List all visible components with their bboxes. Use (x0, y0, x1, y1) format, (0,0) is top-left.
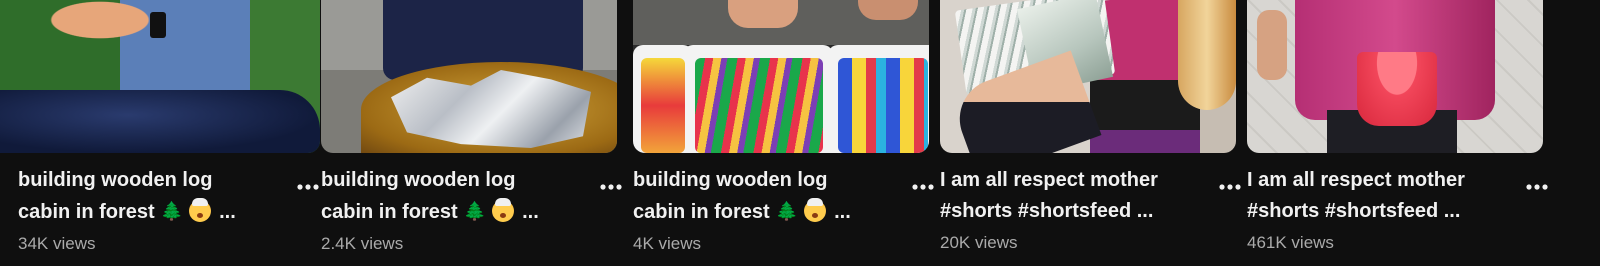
short-title-line1: building wooden log (633, 169, 828, 191)
short-meta: I am all respect mother #shorts #shortsf… (1247, 165, 1548, 255)
short-meta: building wooden log cabin in forest 🌲... … (18, 165, 319, 256)
thumbnail-detail (838, 58, 928, 153)
short-thumbnail[interactable] (321, 0, 617, 153)
short-title-line2: cabin in forest (633, 201, 770, 223)
exploding-head-icon (492, 198, 515, 222)
short-title-line1: I am all respect mother (1247, 169, 1465, 191)
view-count: 34K views (18, 234, 96, 253)
short-thumbnail[interactable] (1247, 0, 1543, 153)
tree-icon: 🌲 (463, 201, 487, 221)
more-actions-button[interactable] (595, 171, 627, 203)
short-card[interactable]: building wooden log cabin in forest 🌲... … (321, 0, 622, 256)
thumbnail-detail (641, 58, 685, 153)
more-actions-button[interactable] (1521, 171, 1553, 203)
more-vert-icon (600, 184, 622, 190)
view-count: 2.4K views (321, 234, 404, 253)
short-title-line1: building wooden log (18, 169, 213, 191)
short-meta: building wooden log cabin in forest 🌲... … (633, 165, 934, 256)
short-meta: building wooden log cabin in forest 🌲... … (321, 165, 622, 256)
short-title-line2: #shorts #shortsfeed ... (940, 200, 1154, 222)
more-vert-icon (912, 184, 934, 190)
tree-icon: 🌲 (775, 201, 799, 221)
exploding-head-icon (189, 198, 212, 222)
more-actions-button[interactable] (1214, 171, 1246, 203)
more-vert-icon (1526, 184, 1548, 190)
short-title-line2-wrap: cabin in forest 🌲... (633, 196, 881, 228)
short-title-line2: cabin in forest (321, 201, 458, 223)
short-title-line2: cabin in forest (18, 201, 155, 223)
thumbnail-detail (0, 90, 320, 153)
short-card[interactable]: I am all respect mother #shorts #shortsf… (940, 0, 1241, 255)
shorts-shelf: building wooden log cabin in forest 🌲... … (0, 0, 1600, 266)
exploding-head-icon (804, 198, 827, 222)
more-vert-icon (297, 184, 319, 190)
thumbnail-detail (150, 12, 166, 38)
short-title[interactable]: I am all respect mother #shorts #shortsf… (1247, 165, 1495, 227)
tree-icon: 🌲 (160, 201, 184, 221)
thumbnail-detail (1257, 10, 1287, 80)
view-count: 20K views (940, 233, 1018, 252)
title-ellipsis: ... (219, 201, 236, 223)
thumbnail-detail (1178, 0, 1236, 110)
short-meta: I am all respect mother #shorts #shortsf… (940, 165, 1241, 255)
short-title-line2-wrap: cabin in forest 🌲... (321, 196, 569, 228)
short-title[interactable]: building wooden log cabin in forest 🌲... (633, 165, 881, 228)
more-actions-button[interactable] (292, 171, 324, 203)
short-title[interactable]: I am all respect mother #shorts #shortsf… (940, 165, 1188, 227)
more-vert-icon (1219, 184, 1241, 190)
short-title-line1: building wooden log (321, 169, 516, 191)
short-title-line2-wrap: cabin in forest 🌲... (18, 196, 266, 228)
thumbnail-detail (728, 0, 798, 28)
view-count: 461K views (1247, 233, 1334, 252)
title-ellipsis: ... (522, 201, 539, 223)
thumbnail-detail (695, 58, 823, 153)
short-card[interactable]: I am all respect mother #shorts #shortsf… (1247, 0, 1548, 255)
short-title[interactable]: building wooden log cabin in forest 🌲... (18, 165, 266, 228)
short-title-line2: #shorts #shortsfeed ... (1247, 200, 1461, 222)
short-title[interactable]: building wooden log cabin in forest 🌲... (321, 165, 569, 228)
short-title-line1: I am all respect mother (940, 169, 1158, 191)
title-ellipsis: ... (834, 201, 851, 223)
short-thumbnail[interactable] (633, 0, 929, 153)
short-card[interactable]: building wooden log cabin in forest 🌲... … (633, 0, 934, 256)
thumbnail-detail (858, 0, 918, 20)
short-thumbnail[interactable] (0, 0, 320, 153)
more-actions-button[interactable] (907, 171, 939, 203)
short-thumbnail[interactable] (940, 0, 1236, 153)
view-count: 4K views (633, 234, 702, 253)
short-card[interactable]: building wooden log cabin in forest 🌲... … (0, 0, 320, 256)
thumbnail-detail (1357, 52, 1437, 126)
